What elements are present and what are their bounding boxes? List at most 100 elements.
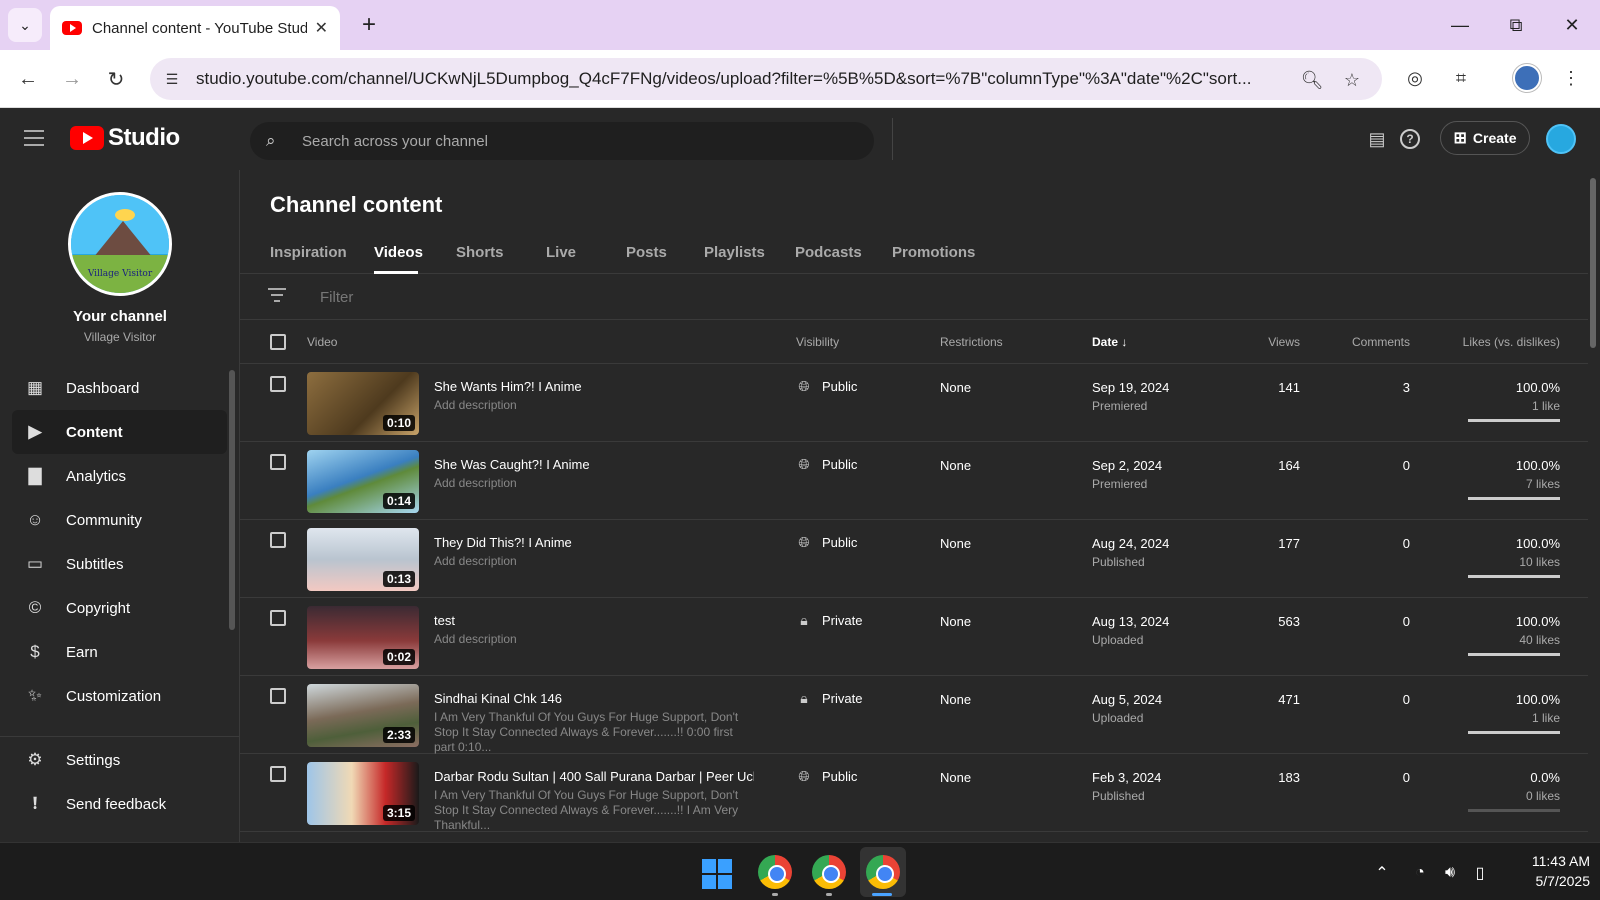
video-thumbnail[interactable]: 0:02 [307,606,419,669]
video-thumbnail[interactable]: 2:33 [307,684,419,747]
sidebar-item-settings[interactable]: ⚙ Settings [12,738,227,782]
likes-bar [1468,419,1560,422]
chrome-icon[interactable] [866,855,900,889]
video-thumbnail[interactable]: 0:10 [307,372,419,435]
video-title[interactable]: She Wants Him?! I Anime [434,379,754,394]
row-checkbox[interactable] [270,610,286,626]
sidebar-scrollbar[interactable] [229,370,235,630]
back-button[interactable]: ← [12,63,44,95]
volume-icon[interactable]: 🔊︎ [1438,861,1462,885]
sidebar-item-copyright[interactable]: © Copyright [12,586,227,630]
earn-icon: $ [30,642,40,661]
video-duration: 3:15 [382,805,415,821]
tab-live[interactable]: Live [546,244,576,261]
likes-bar-fill [1468,731,1560,734]
video-title[interactable]: She Was Caught?! I Anime [434,457,754,472]
date-value: Sep 19, 2024 [1092,380,1170,395]
browser-menu-icon[interactable]: ⋮ [1556,63,1586,93]
views-value: 183 [1278,770,1300,785]
channel-avatar[interactable]: Village Visitor [68,192,172,296]
video-title[interactable]: Darbar Rodu Sultan | 400 Sall Purana Dar… [434,769,754,784]
sidebar-item-label: Subtitles [66,555,124,573]
row-checkbox[interactable] [270,454,286,470]
close-icon[interactable]: ✕ [315,18,328,38]
extension-icon[interactable]: ◎ [1400,63,1430,93]
video-thumbnail[interactable]: 0:13 [307,528,419,591]
visibility-cell[interactable]: 🌐︎ Public [796,378,857,394]
video-title[interactable]: They Did This?! I Anime [434,535,754,550]
table-row[interactable]: 0:14 She Was Caught?! I Anime Add descri… [240,442,1588,520]
tab-search-button[interactable]: ⌄ [8,8,42,42]
sidebar-item-earn[interactable]: $ Earn [12,630,227,674]
sidebar-item-community[interactable]: ☺ Community [12,498,227,542]
visibility-cell[interactable]: 🌐︎ Public [796,456,857,472]
filter-bar[interactable]: Filter [240,274,1588,320]
visibility-cell[interactable]: 🌐︎ Public [796,534,857,550]
row-checkbox[interactable] [270,688,286,704]
restore-button[interactable]: ⧉ [1496,10,1536,40]
filter-input[interactable]: Filter [320,289,353,306]
wifi-icon[interactable]: ◔ [1408,861,1432,885]
chrome-icon[interactable] [758,855,792,889]
zoom-icon[interactable]: 🔍︎ [1300,68,1324,92]
sidebar-item-dashboard[interactable]: ▦ Dashboard [12,366,227,410]
filter-icon[interactable] [268,288,286,304]
create-button[interactable]: ⊞ Create [1440,121,1530,155]
help-icon[interactable]: ? [1400,129,1420,149]
minimize-button[interactable]: — [1440,10,1480,40]
tab-playlists[interactable]: Playlists [704,244,765,261]
sidebar-item-analytics[interactable]: ▇ Analytics [12,454,227,498]
video-title[interactable]: test [434,613,754,628]
visibility-cell[interactable]: 🔒︎ Private [796,690,862,706]
battery-icon[interactable]: ▯ [1468,861,1492,885]
table-row[interactable]: 0:13 They Did This?! I Anime Add descrip… [240,520,1588,598]
column-date[interactable]: Date ↓ [1092,335,1127,349]
tab-shorts[interactable]: Shorts [456,244,504,261]
row-checkbox[interactable] [270,532,286,548]
video-thumbnail[interactable]: 3:15 [307,762,419,825]
reload-button[interactable]: ↻ [100,63,132,95]
table-row[interactable]: 3:15 Darbar Rodu Sultan | 400 Sall Puran… [240,754,1588,832]
browser-profile-avatar[interactable] [1513,64,1541,92]
main-scrollbar[interactable] [1590,178,1596,348]
table-row[interactable]: 2:33 Sindhai Kinal Chk 146 I Am Very Tha… [240,676,1588,754]
tab-podcasts[interactable]: Podcasts [795,244,862,261]
row-checkbox[interactable] [270,766,286,782]
new-tab-button[interactable]: + [354,10,384,40]
sidebar-item-subtitles[interactable]: ▭ Subtitles [12,542,227,586]
puzzle-extensions-icon[interactable]: ⌗ [1446,63,1476,93]
sidebar-item-content[interactable]: ▶ Content [12,410,227,454]
chrome-icon[interactable] [812,855,846,889]
video-title[interactable]: Sindhai Kinal Chk 146 [434,691,754,706]
date-status: Uploaded [1092,711,1144,725]
visibility-cell[interactable]: 🔒︎ Private [796,612,862,628]
tab-inspiration[interactable]: Inspiration [270,244,347,261]
restrictions-value: None [940,692,972,707]
browser-tab[interactable]: Channel content - YouTube Studio ✕ [50,6,340,50]
site-info-icon[interactable]: ☰ [162,69,182,89]
tab-promotions[interactable]: Promotions [892,244,975,261]
studio-logo[interactable]: Studio [70,124,180,152]
table-row[interactable]: 0:10 She Wants Him?! I Anime Add descrip… [240,364,1588,442]
chevron-up-icon[interactable]: ⌃ [1370,861,1394,885]
row-checkbox[interactable] [270,376,286,392]
bookmark-star-icon[interactable]: ☆ [1340,68,1364,92]
close-window-button[interactable]: ✕ [1552,10,1592,40]
channel-search-input[interactable]: ⌕ Search across your channel [250,122,874,160]
account-avatar[interactable] [1546,124,1576,154]
sidebar-item-customization[interactable]: ✨︎ Customization [12,674,227,718]
table-row[interactable]: 0:02 test Add description 🔒︎ Private None… [240,598,1588,676]
tab-videos[interactable]: Videos [374,244,423,261]
address-bar[interactable]: ☰ studio.youtube.com/channel/UCKwNjL5Dum… [150,58,1382,100]
forward-button[interactable]: → [56,63,88,95]
visibility-cell[interactable]: 🌐︎ Public [796,768,857,784]
visibility-value: Private [822,690,863,706]
system-clock[interactable]: 11:43 AM 5/7/2025 [1500,851,1590,891]
hamburger-menu-icon[interactable] [24,130,44,146]
windows-start-icon[interactable] [702,859,732,889]
select-all-checkbox[interactable] [270,334,286,350]
sidebar-item-send-feedback[interactable]: ❗︎ Send feedback [12,782,227,826]
messages-icon[interactable]: ▤ [1364,126,1390,152]
video-thumbnail[interactable]: 0:14 [307,450,419,513]
tab-posts[interactable]: Posts [626,244,667,261]
